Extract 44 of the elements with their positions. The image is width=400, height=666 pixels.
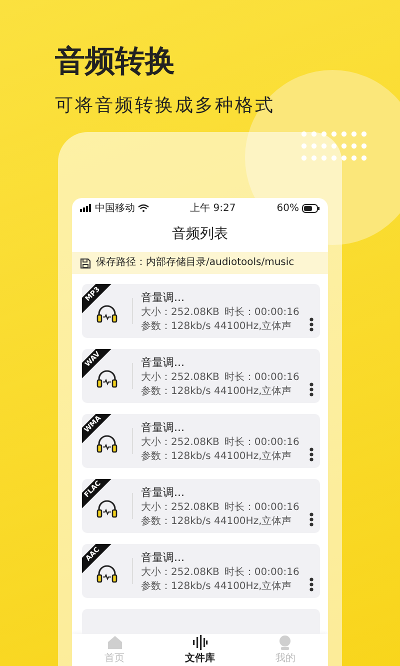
headphones-icon — [96, 369, 118, 389]
file-name: 音量调... — [141, 354, 186, 370]
file-params: 参数：128kb/s 44100Hz,立体声 — [141, 384, 293, 398]
file-duration: 时长：00:00:16 — [224, 370, 300, 384]
file-params: 参数：128kb/s 44100Hz,立体声 — [141, 580, 293, 592]
tab-item[interactable]: 文件库 — [157, 634, 243, 666]
file-params: 参数：128kb/s 44100Hz,立体声 — [141, 450, 293, 462]
sound-bars-icon — [192, 635, 208, 650]
file-name: 音量调... — [141, 484, 186, 500]
file-name: 音量调... — [141, 290, 186, 304]
save-path-text: 保存路径：内部存储目录/audiotools/music — [96, 256, 294, 270]
file-params: 参数：128kb/s 44100Hz,立体声 — [141, 514, 293, 528]
file-size: 大小：252.08KB — [141, 500, 220, 514]
status-time: 上午 9:27 — [190, 202, 236, 215]
save-icon — [80, 258, 91, 268]
more-icon[interactable] — [309, 382, 314, 397]
headphones-icon — [96, 499, 118, 519]
file-duration: 时长：00:00:16 — [224, 566, 300, 578]
page-title: 音频列表 — [171, 225, 229, 244]
file-duration: 时长：00:00:16 — [224, 500, 300, 514]
file-size: 大小：252.08KB — [141, 306, 220, 318]
headphones-icon — [96, 434, 118, 454]
file-name: 音量调... — [141, 420, 186, 434]
more-icon[interactable] — [309, 577, 314, 592]
file-duration: 时长：00:00:16 — [224, 306, 300, 318]
wifi-icon — [138, 204, 149, 212]
carrier-name: 中国移动 — [95, 202, 135, 215]
battery-icon — [302, 204, 320, 212]
file-duration: 时长：00:00:16 — [224, 436, 300, 448]
more-icon[interactable] — [309, 317, 314, 332]
more-icon[interactable] — [309, 447, 314, 462]
file-name: 音量调... — [141, 550, 186, 564]
more-icon[interactable] — [309, 512, 314, 527]
file-size: 大小：252.08KB — [141, 436, 220, 448]
file-size: 大小：252.08KB — [141, 370, 220, 384]
signal-icon — [80, 204, 92, 212]
headphones-icon — [96, 564, 118, 584]
headphones-icon — [96, 304, 118, 324]
file-size: 大小：252.08KB — [141, 566, 220, 578]
file-params: 参数：128kb/s 44100Hz,立体声 — [141, 320, 293, 332]
subtitle: 可将音频转换成多种格式 — [55, 94, 276, 118]
profile-icon — [277, 635, 294, 650]
headline: 音频转换 — [55, 43, 176, 81]
battery-percent: 60% — [276, 202, 299, 214]
